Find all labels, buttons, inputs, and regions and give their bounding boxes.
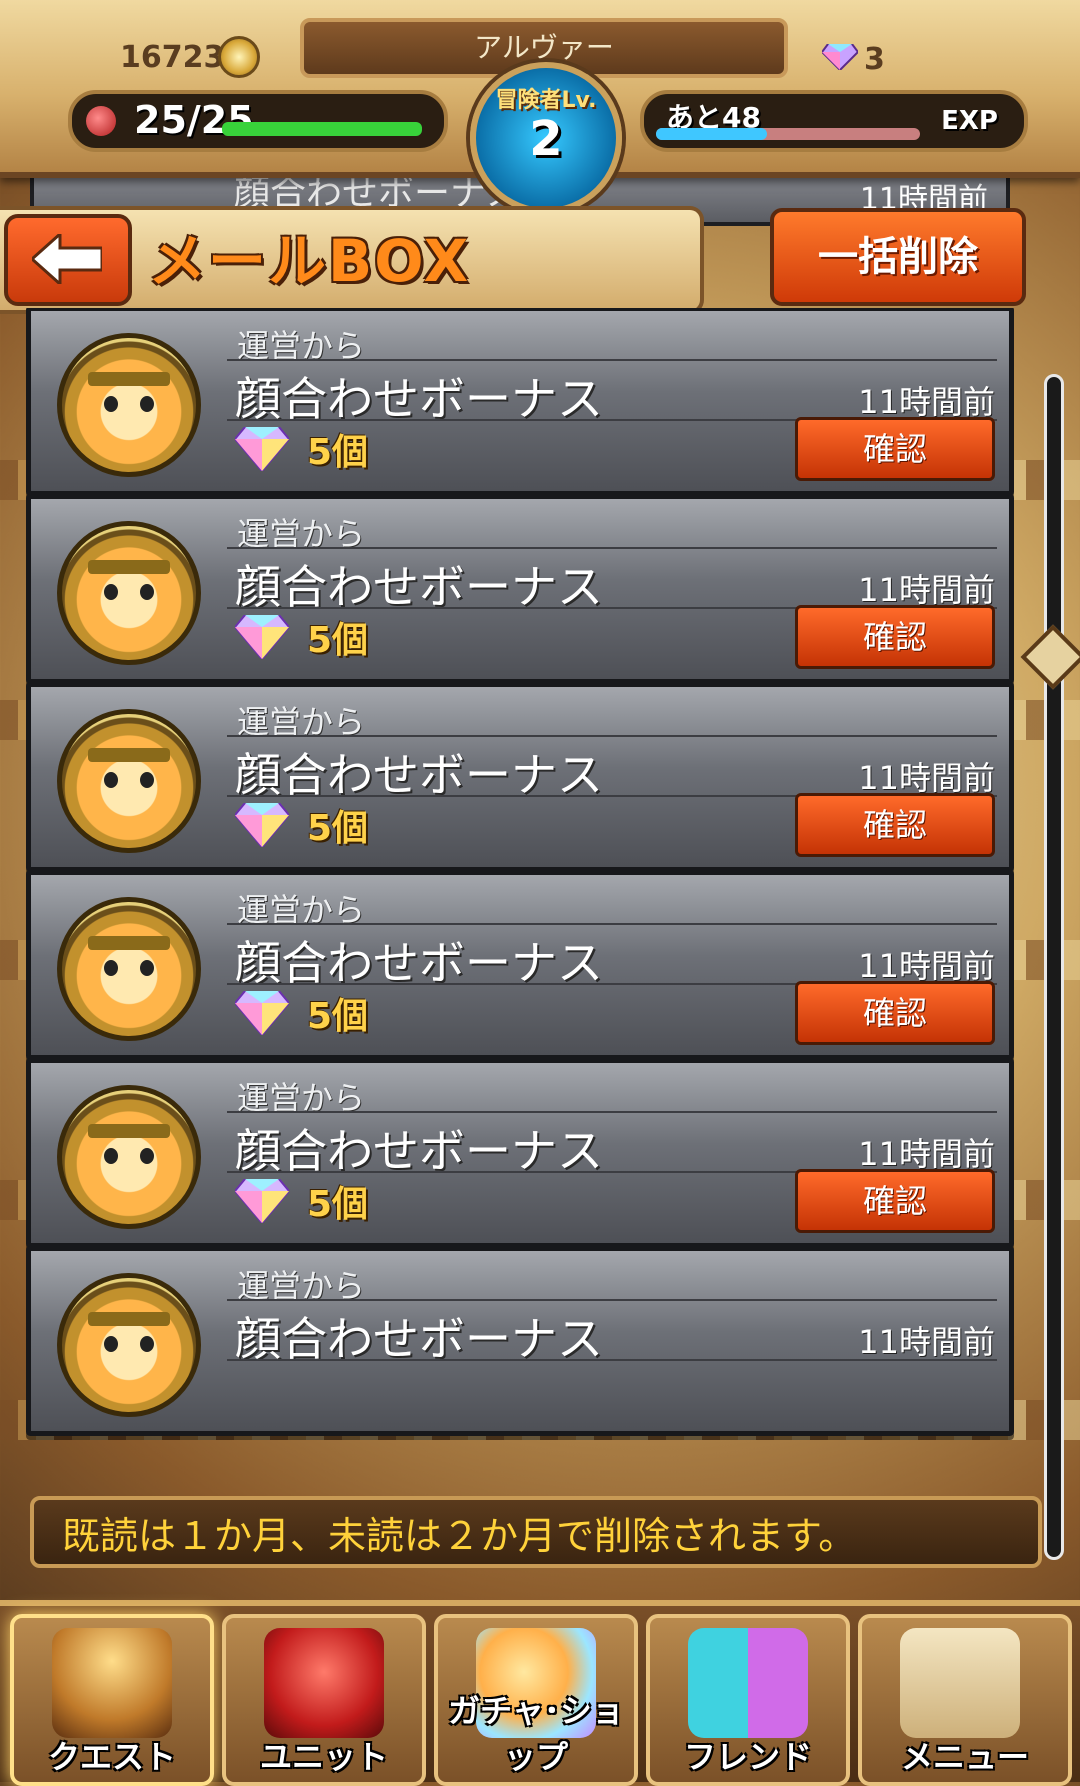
stamina-fill [222, 122, 422, 136]
gem-icon [235, 991, 289, 1035]
confirm-button[interactable]: 確認 [795, 981, 995, 1045]
coin-count: 16723 [120, 40, 225, 75]
sender-avatar [57, 521, 201, 665]
nav-menu[interactable]: メニュー [858, 1614, 1072, 1786]
scroll-icon [900, 1628, 1020, 1738]
door-icon [52, 1628, 172, 1738]
exp-bar: あと48 EXP [640, 90, 1028, 152]
reward-quantity: 5個 [307, 808, 369, 849]
nav-label: クエスト [47, 1738, 176, 1776]
sender-avatar [57, 709, 201, 853]
scrollbar-track[interactable] [1044, 374, 1064, 1560]
nav-label: ガチャ･ショップ [448, 1692, 624, 1776]
exp-track [656, 128, 920, 140]
mail-card[interactable]: 運営から 顔合わせボーナス 11時間前 5個 確認 [26, 1058, 1014, 1248]
exp-label: EXP [941, 106, 998, 136]
mail-card[interactable]: 運営から 顔合わせボーナス 11時間前 5個 確認 [26, 870, 1014, 1060]
dragon-icon [264, 1628, 384, 1738]
confirm-button[interactable]: 確認 [795, 1169, 995, 1233]
back-button[interactable] [4, 214, 132, 306]
mail-card[interactable]: 運営から 顔合わせボーナス 11時間前 5個 確認 [26, 308, 1014, 496]
gem-icon [235, 427, 289, 471]
level-value: 2 [529, 111, 563, 167]
stamina-meat-icon [86, 106, 116, 136]
nav-unit[interactable]: ユニット [222, 1614, 426, 1786]
gem-count: 3 [864, 42, 885, 77]
mail-card[interactable]: 運営から 顔合わせボーナス 11時間前 5個 確認 [26, 682, 1014, 872]
reward-quantity: 5個 [307, 432, 369, 473]
level-label: 冒険者Lv. [495, 88, 597, 113]
page-title: メールBOX [148, 227, 471, 295]
sender-avatar [57, 1085, 201, 1229]
nav-friend[interactable]: フレンド [646, 1614, 850, 1786]
reward-quantity: 5個 [307, 996, 369, 1037]
nav-label: フレンド [683, 1738, 812, 1776]
sender-avatar [57, 333, 201, 477]
gem-icon [235, 803, 289, 847]
gem-icon [235, 1179, 289, 1223]
reward-quantity: 5個 [307, 1184, 369, 1225]
friends-icon [688, 1628, 808, 1738]
nav-quest[interactable]: クエスト [10, 1614, 214, 1786]
deletion-notice: 既読は１か月、未読は２か月で削除されます。 [30, 1496, 1042, 1568]
level-badge[interactable]: 冒険者Lv. 2 [470, 62, 622, 214]
mail-timestamp: 11時間前 [858, 1323, 995, 1361]
nav-label: ユニット [259, 1738, 388, 1776]
coin-icon [218, 36, 260, 78]
gem-icon [235, 615, 289, 659]
stamina-bar: 25/25 [68, 90, 448, 152]
confirm-button[interactable]: 確認 [795, 417, 995, 481]
exp-fill [656, 128, 767, 140]
confirm-button[interactable]: 確認 [795, 605, 995, 669]
back-arrow-icon [32, 234, 102, 284]
mail-list[interactable]: 運営から 顔合わせボーナス 11時間前 5個 確認 運営から 顔合わせボーナス … [0, 308, 1080, 1490]
status-header: アルヴァー 16723 3 25/25 あと48 EXP 冒険者Lv. 2 [0, 0, 1080, 214]
confirm-button[interactable]: 確認 [795, 793, 995, 857]
sender-avatar [57, 897, 201, 1041]
delete-all-button[interactable]: 一括削除 [770, 208, 1026, 306]
mail-card[interactable]: 運営から 顔合わせボーナス 11時間前 [26, 1246, 1014, 1436]
bottom-nav: クエスト ユニット ガチャ･ショップ フレンド メニュー [0, 1600, 1080, 1786]
nav-label: メニュー [900, 1738, 1029, 1776]
nav-gacha-shop[interactable]: ガチャ･ショップ [434, 1614, 638, 1786]
mail-card[interactable]: 運営から 顔合わせボーナス 11時間前 5個 確認 [26, 494, 1014, 684]
reward-quantity: 5個 [307, 620, 369, 661]
gem-icon [822, 44, 858, 70]
sender-avatar [57, 1273, 201, 1417]
